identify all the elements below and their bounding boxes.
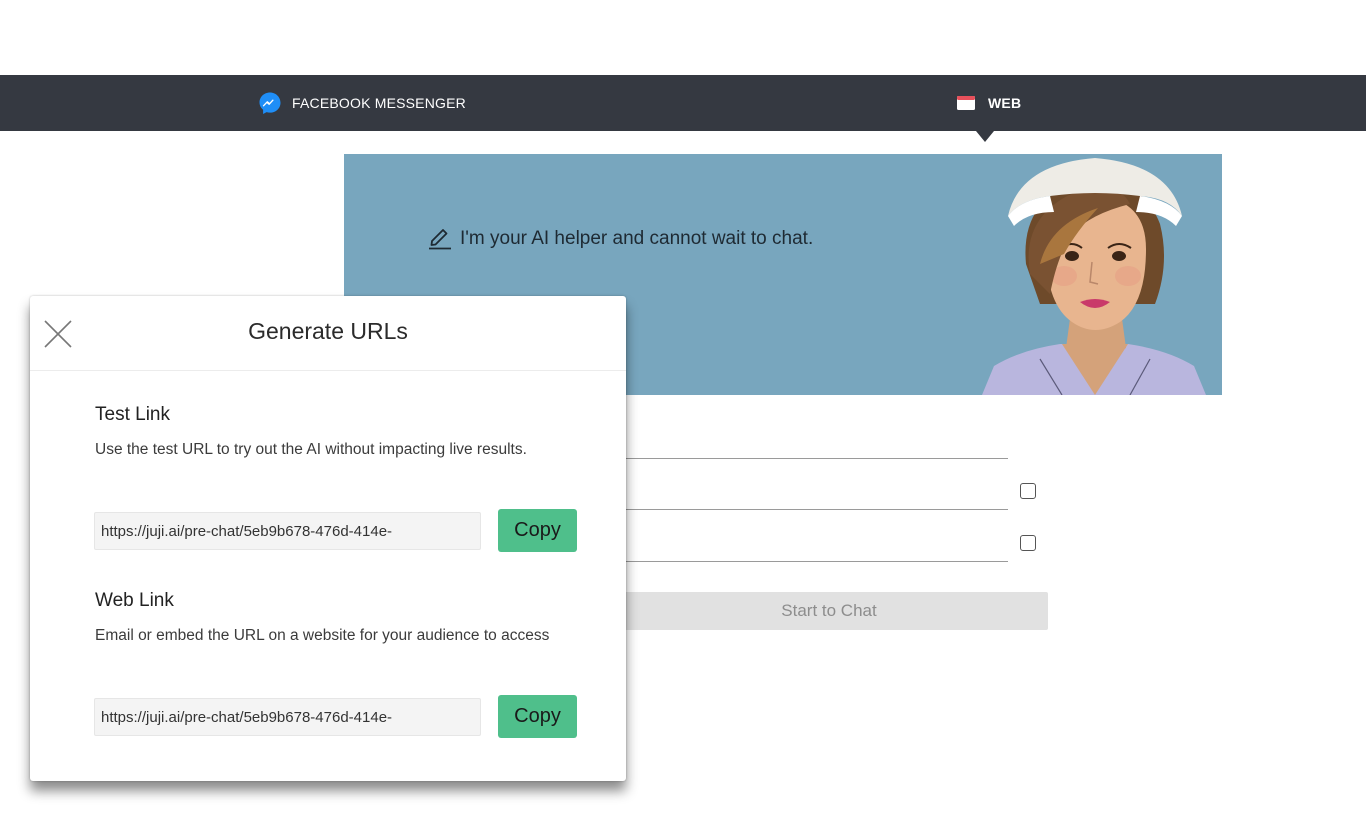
greeting-text: I'm your AI helper and cannot wait to ch… xyxy=(460,228,814,249)
page: FACEBOOK MESSENGER WEB I'm your AI helpe… xyxy=(0,0,1366,813)
form-input-line[interactable] xyxy=(610,458,1008,459)
active-tab-caret xyxy=(976,131,994,142)
start-to-chat-button[interactable]: Start to Chat xyxy=(610,592,1048,630)
copy-test-url-button[interactable]: Copy xyxy=(498,509,577,552)
channel-nav: FACEBOOK MESSENGER WEB xyxy=(0,75,1366,131)
web-link-description: Email or embed the URL on a website for … xyxy=(95,627,550,644)
pencil-edit-icon[interactable] xyxy=(426,222,454,256)
tab-facebook-label: FACEBOOK MESSENGER xyxy=(292,95,466,111)
form-input-line[interactable] xyxy=(610,509,1008,510)
modal-header: Generate URLs xyxy=(30,296,626,371)
nurse-avatar-illustration xyxy=(982,158,1206,395)
test-link-title: Test Link xyxy=(95,404,170,425)
test-url-field[interactable] xyxy=(94,512,481,550)
greeting-row[interactable]: I'm your AI helper and cannot wait to ch… xyxy=(426,222,813,256)
browser-window-icon xyxy=(954,91,978,115)
tab-web[interactable]: WEB xyxy=(954,75,1021,131)
form-checkbox[interactable] xyxy=(1020,483,1036,499)
generate-urls-modal: Generate URLs Test Link Use the test URL… xyxy=(30,296,626,781)
web-url-field[interactable] xyxy=(94,698,481,736)
modal-title: Generate URLs xyxy=(248,318,408,344)
test-link-description: Use the test URL to try out the AI witho… xyxy=(95,441,527,458)
form-checkbox[interactable] xyxy=(1020,535,1036,551)
form-input-line[interactable] xyxy=(610,561,1008,562)
tab-web-label: WEB xyxy=(988,95,1022,111)
messenger-icon xyxy=(258,91,282,115)
tab-facebook-messenger[interactable]: FACEBOOK MESSENGER xyxy=(258,75,466,131)
web-link-title: Web Link xyxy=(95,590,174,611)
copy-web-url-button[interactable]: Copy xyxy=(498,695,577,738)
